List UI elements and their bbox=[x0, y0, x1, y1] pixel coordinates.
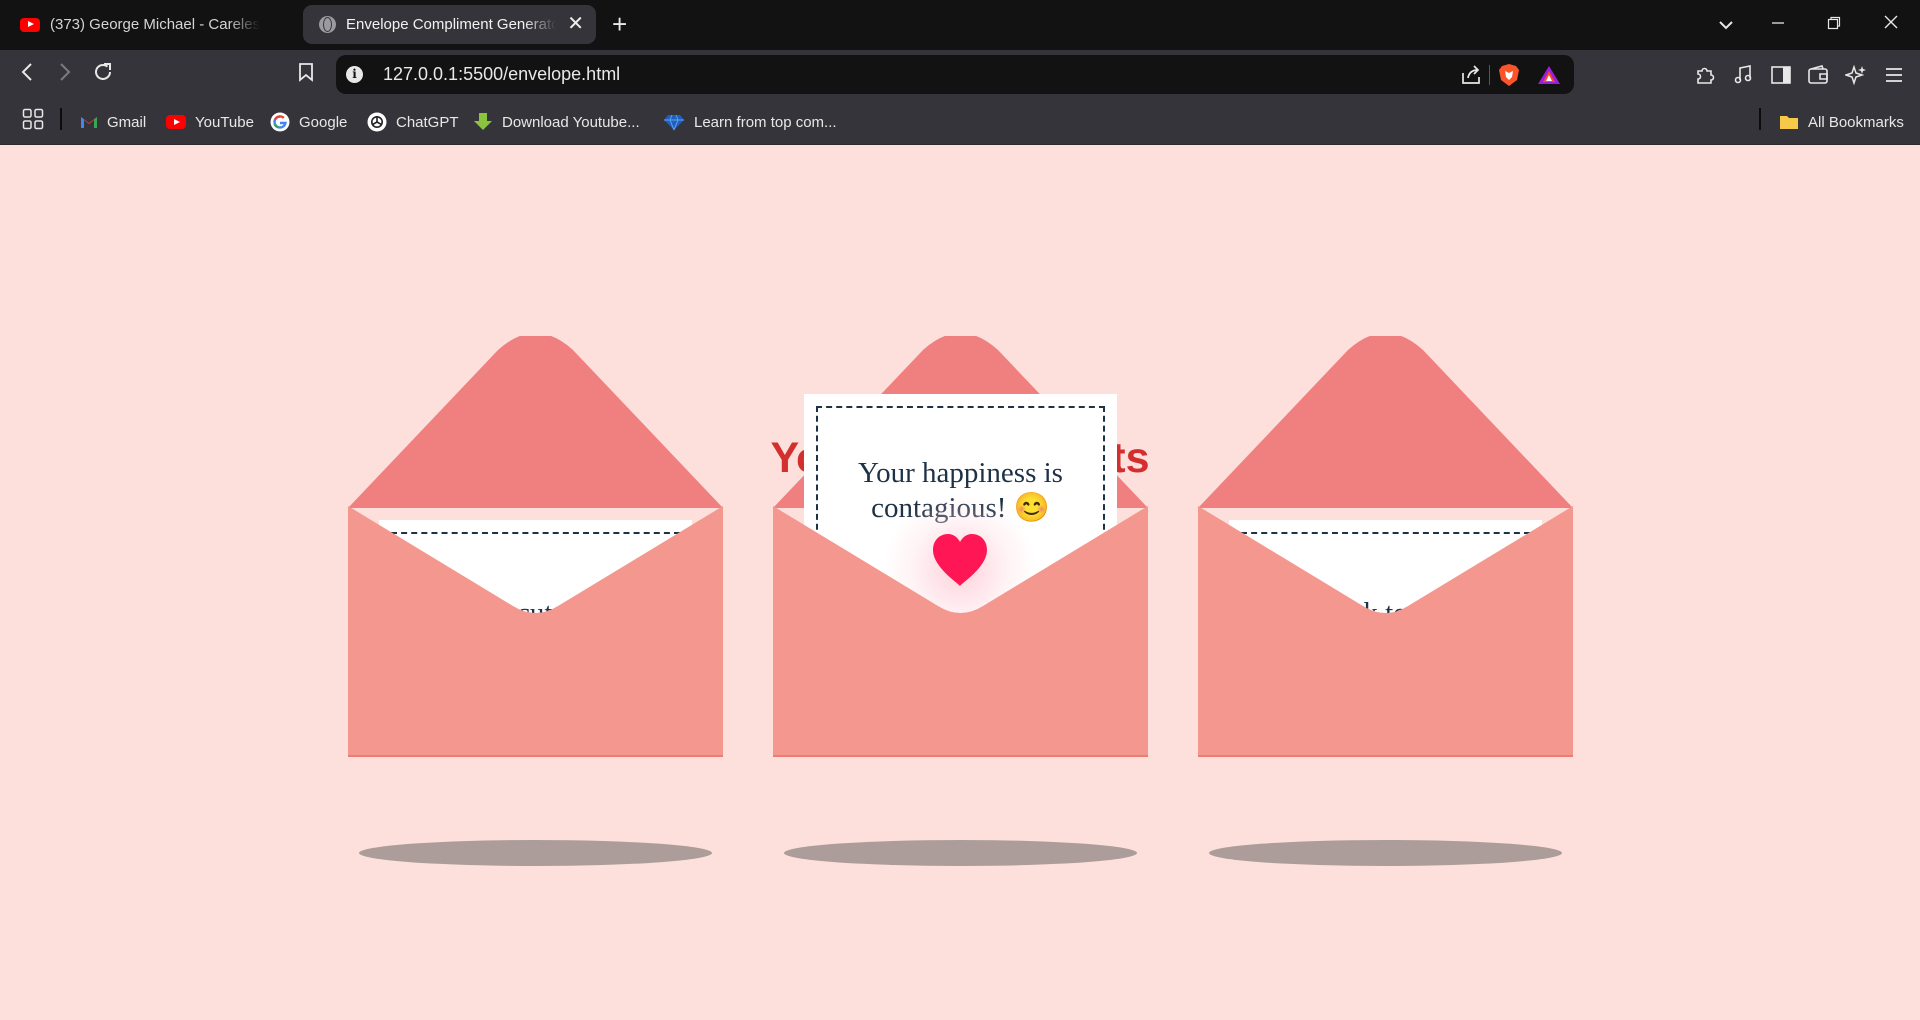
bookmark-label: YouTube bbox=[195, 113, 254, 131]
bookmark-gmail[interactable]: Gmail bbox=[80, 109, 146, 135]
bookmark-icon[interactable] bbox=[291, 61, 321, 89]
envelope-body bbox=[348, 506, 723, 757]
bookmark-google[interactable]: Google bbox=[270, 109, 347, 135]
envelope-shadow bbox=[1209, 840, 1562, 866]
apps-grid-icon[interactable] bbox=[22, 108, 44, 130]
divider bbox=[1489, 65, 1490, 85]
letter-line-1: Your happiness is bbox=[858, 457, 1063, 489]
url-text[interactable]: 127.0.0.1:5500/envelope.html bbox=[383, 64, 620, 85]
brave-rewards-icon[interactable] bbox=[1537, 64, 1561, 86]
folder-icon bbox=[1780, 116, 1798, 129]
gmail-icon bbox=[81, 117, 97, 128]
minimize-icon[interactable] bbox=[1766, 12, 1790, 36]
browser-titlebar: (373) George Michael - Careless Wh Envel… bbox=[0, 0, 1920, 50]
back-icon[interactable] bbox=[12, 61, 42, 89]
media-icon[interactable] bbox=[1732, 64, 1754, 86]
tab-search-chevron-icon[interactable] bbox=[1714, 12, 1738, 36]
bookmark-learn[interactable]: Learn from top com... bbox=[663, 109, 837, 135]
sidebar-icon[interactable] bbox=[1770, 64, 1792, 86]
divider bbox=[1759, 108, 1761, 130]
address-bar[interactable]: i 127.0.0.1:5500/envelope.html bbox=[336, 55, 1574, 94]
bookmark-chatgpt[interactable]: ChatGPT bbox=[367, 109, 459, 135]
gem-icon bbox=[664, 114, 684, 131]
bookmark-label: Learn from top com... bbox=[694, 113, 837, 131]
bookmark-label: All Bookmarks bbox=[1808, 113, 1904, 131]
youtube-icon bbox=[166, 115, 186, 129]
envelope-1[interactable]: as cute a bbox=[348, 336, 723, 866]
envelope-shadow bbox=[784, 840, 1137, 866]
envelope-shadow bbox=[359, 840, 712, 866]
tab-title: (373) George Michael - Careless Wh bbox=[50, 16, 260, 33]
menu-icon[interactable] bbox=[1883, 64, 1905, 86]
globe-icon bbox=[319, 16, 336, 33]
google-icon bbox=[270, 112, 290, 132]
tab-youtube[interactable]: (373) George Michael - Careless Wh bbox=[8, 5, 298, 44]
share-icon[interactable] bbox=[1460, 64, 1482, 86]
bookmark-label: Gmail bbox=[107, 113, 147, 131]
bookmark-label: ChatGPT bbox=[396, 113, 459, 131]
youtube-icon bbox=[20, 17, 40, 32]
bookmark-label: Google bbox=[299, 113, 348, 131]
chatgpt-icon bbox=[367, 112, 387, 132]
extensions-icon[interactable] bbox=[1694, 64, 1716, 86]
bookmark-youtube[interactable]: YouTube bbox=[166, 109, 254, 135]
new-tab-button[interactable]: + bbox=[612, 10, 627, 38]
bookmark-download-youtube[interactable]: Download Youtube... bbox=[473, 109, 640, 135]
envelope-body bbox=[773, 506, 1148, 757]
download-icon bbox=[474, 113, 492, 130]
tab-title: Envelope Compliment Generator bbox=[346, 16, 556, 33]
browser-toolbar: i 127.0.0.1:5500/envelope.html bbox=[0, 50, 1920, 100]
bookmark-label: Download Youtube... bbox=[502, 113, 640, 131]
envelope-3[interactable]: k to bbox=[1198, 336, 1573, 866]
close-window-icon[interactable] bbox=[1879, 12, 1903, 36]
leo-ai-icon[interactable] bbox=[1845, 64, 1867, 86]
envelope-2[interactable]: Your happiness is contagious! 😊 bbox=[773, 336, 1148, 866]
divider bbox=[60, 108, 62, 130]
restore-icon[interactable] bbox=[1822, 12, 1846, 36]
brave-shields-icon[interactable] bbox=[1498, 63, 1520, 87]
reload-icon[interactable] bbox=[88, 61, 118, 90]
tab-envelope[interactable]: Envelope Compliment Generator ✕ bbox=[303, 5, 596, 44]
envelope-body bbox=[1198, 506, 1573, 757]
site-info-icon[interactable]: i bbox=[346, 66, 363, 83]
wallet-icon[interactable] bbox=[1807, 64, 1829, 86]
forward-icon[interactable] bbox=[50, 61, 80, 89]
close-tab-icon[interactable]: ✕ bbox=[567, 13, 584, 35]
all-bookmarks-button[interactable]: All Bookmarks bbox=[1779, 109, 1904, 135]
